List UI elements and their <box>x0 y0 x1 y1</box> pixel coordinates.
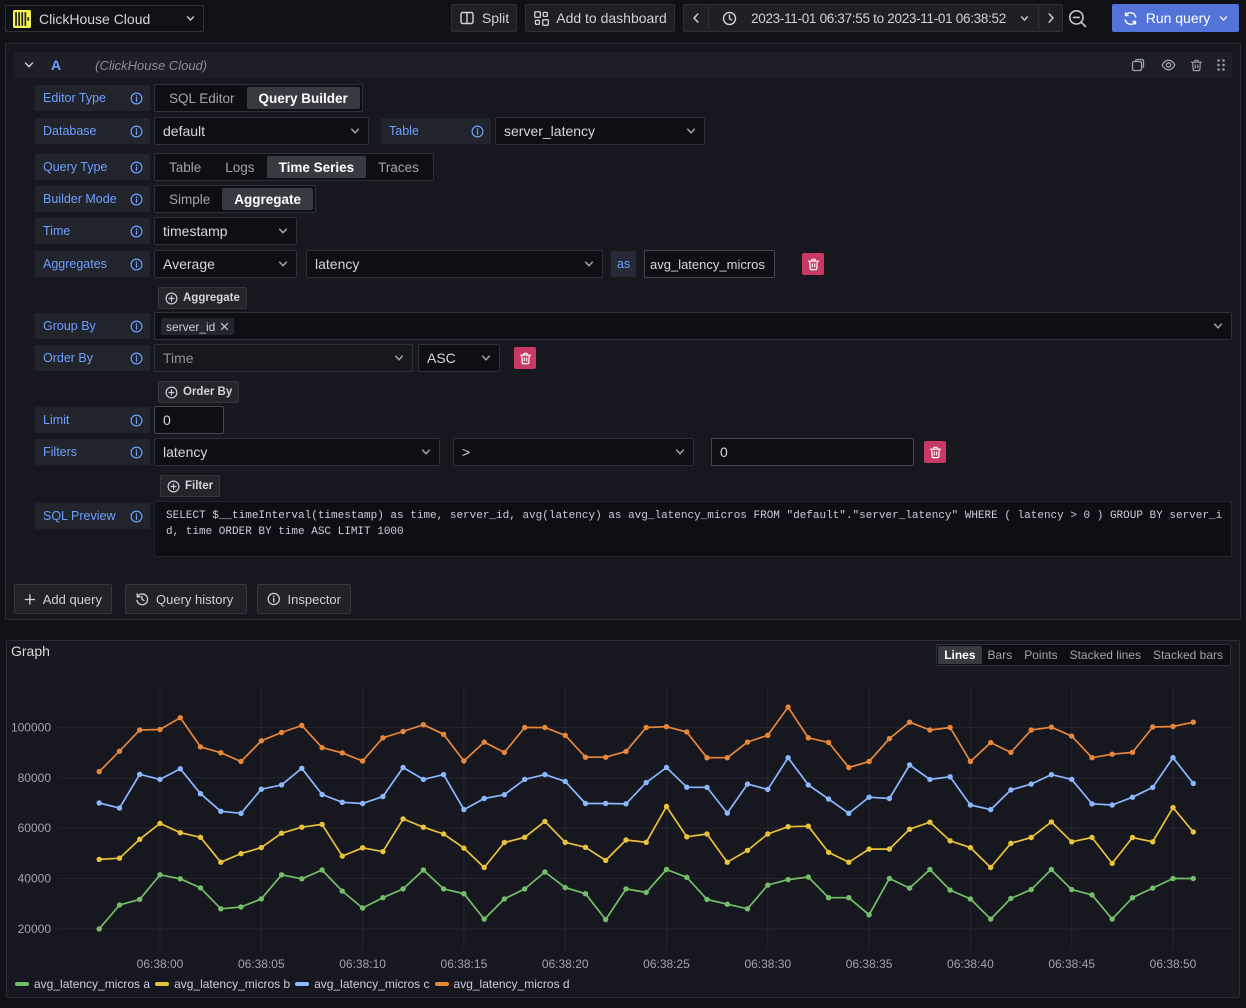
svg-text:06:38:35: 06:38:35 <box>846 957 893 971</box>
svg-text:100000: 100000 <box>11 721 51 735</box>
svg-text:06:38:00: 06:38:00 <box>137 957 184 971</box>
svg-text:06:38:30: 06:38:30 <box>744 957 791 971</box>
svg-text:06:38:45: 06:38:45 <box>1048 957 1095 971</box>
svg-text:06:38:15: 06:38:15 <box>441 957 488 971</box>
svg-text:06:38:20: 06:38:20 <box>542 957 589 971</box>
svg-text:06:38:40: 06:38:40 <box>947 957 994 971</box>
svg-text:20000: 20000 <box>18 922 52 936</box>
svg-text:40000: 40000 <box>18 872 52 886</box>
svg-text:06:38:05: 06:38:05 <box>238 957 285 971</box>
svg-text:06:38:10: 06:38:10 <box>339 957 386 971</box>
svg-text:06:38:25: 06:38:25 <box>643 957 690 971</box>
svg-text:06:38:50: 06:38:50 <box>1150 957 1197 971</box>
svg-text:80000: 80000 <box>18 771 52 785</box>
svg-text:60000: 60000 <box>18 821 52 835</box>
